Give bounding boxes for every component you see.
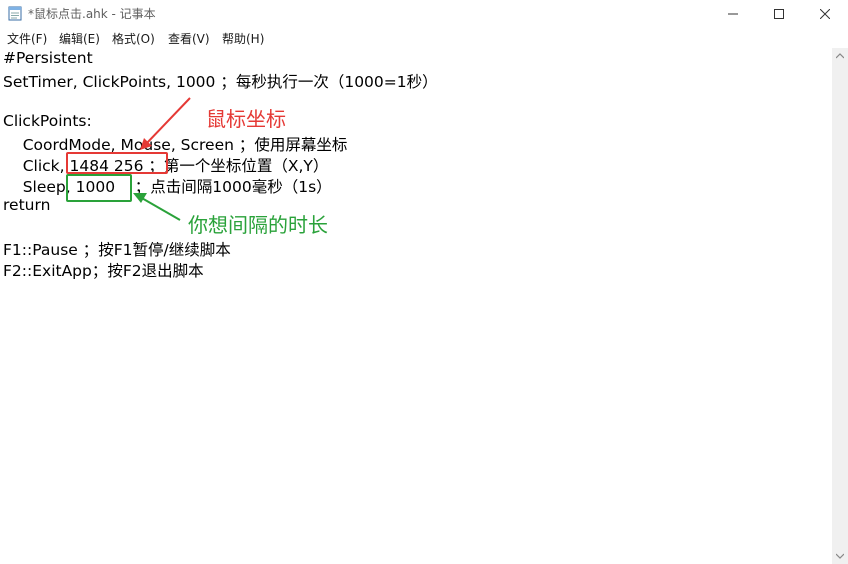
code-line: F1::Pause ；按F1暂停/继续脚本 [3, 241, 231, 259]
code-line: CoordMode, Mouse, Screen ；使用屏幕坐标 [3, 136, 348, 154]
title-bar[interactable]: *鼠标点击.ahk - 记事本 [0, 0, 848, 28]
maximize-button[interactable] [756, 0, 802, 28]
chevron-up-icon [836, 53, 844, 59]
window-title: *鼠标点击.ahk - 记事本 [28, 7, 156, 21]
coords-annotation-label: 鼠标坐标 [206, 107, 286, 131]
code-line: Sleep, 1000 ；点击间隔1000毫秒（1s） [3, 178, 332, 196]
scroll-down-button[interactable] [832, 548, 848, 564]
interval-annotation-label: 你想间隔的时长 [188, 213, 328, 237]
text-editor[interactable]: #Persistent SetTimer, ClickPoints, 1000 … [0, 48, 832, 564]
maximize-icon [774, 9, 784, 19]
menu-view[interactable]: 查看(V) [168, 30, 210, 47]
menu-bar: 文件(F) 编辑(E) 格式(O) 查看(V) 帮助(H) [0, 28, 848, 49]
menu-format[interactable]: 格式(O) [112, 30, 155, 47]
menu-edit[interactable]: 编辑(E) [59, 30, 100, 47]
menu-help[interactable]: 帮助(H) [222, 30, 264, 47]
code-line: ClickPoints: [3, 112, 92, 130]
code-line: #Persistent [3, 49, 93, 67]
notepad-icon [8, 6, 22, 21]
menu-file[interactable]: 文件(F) [7, 30, 47, 47]
close-button[interactable] [802, 0, 848, 28]
code-line: SetTimer, ClickPoints, 1000 ；每秒执行一次（1000… [3, 73, 438, 91]
code-line: return [3, 196, 51, 214]
chevron-down-icon [836, 553, 844, 559]
interval-highlight-box [66, 174, 132, 202]
scroll-up-button[interactable] [832, 48, 848, 64]
minimize-button[interactable] [710, 0, 756, 28]
vertical-scrollbar[interactable] [832, 48, 848, 564]
minimize-icon [728, 13, 738, 15]
coords-highlight-box [66, 152, 168, 174]
close-icon [820, 9, 830, 19]
code-line: F2::ExitApp；按F2退出脚本 [3, 262, 204, 280]
